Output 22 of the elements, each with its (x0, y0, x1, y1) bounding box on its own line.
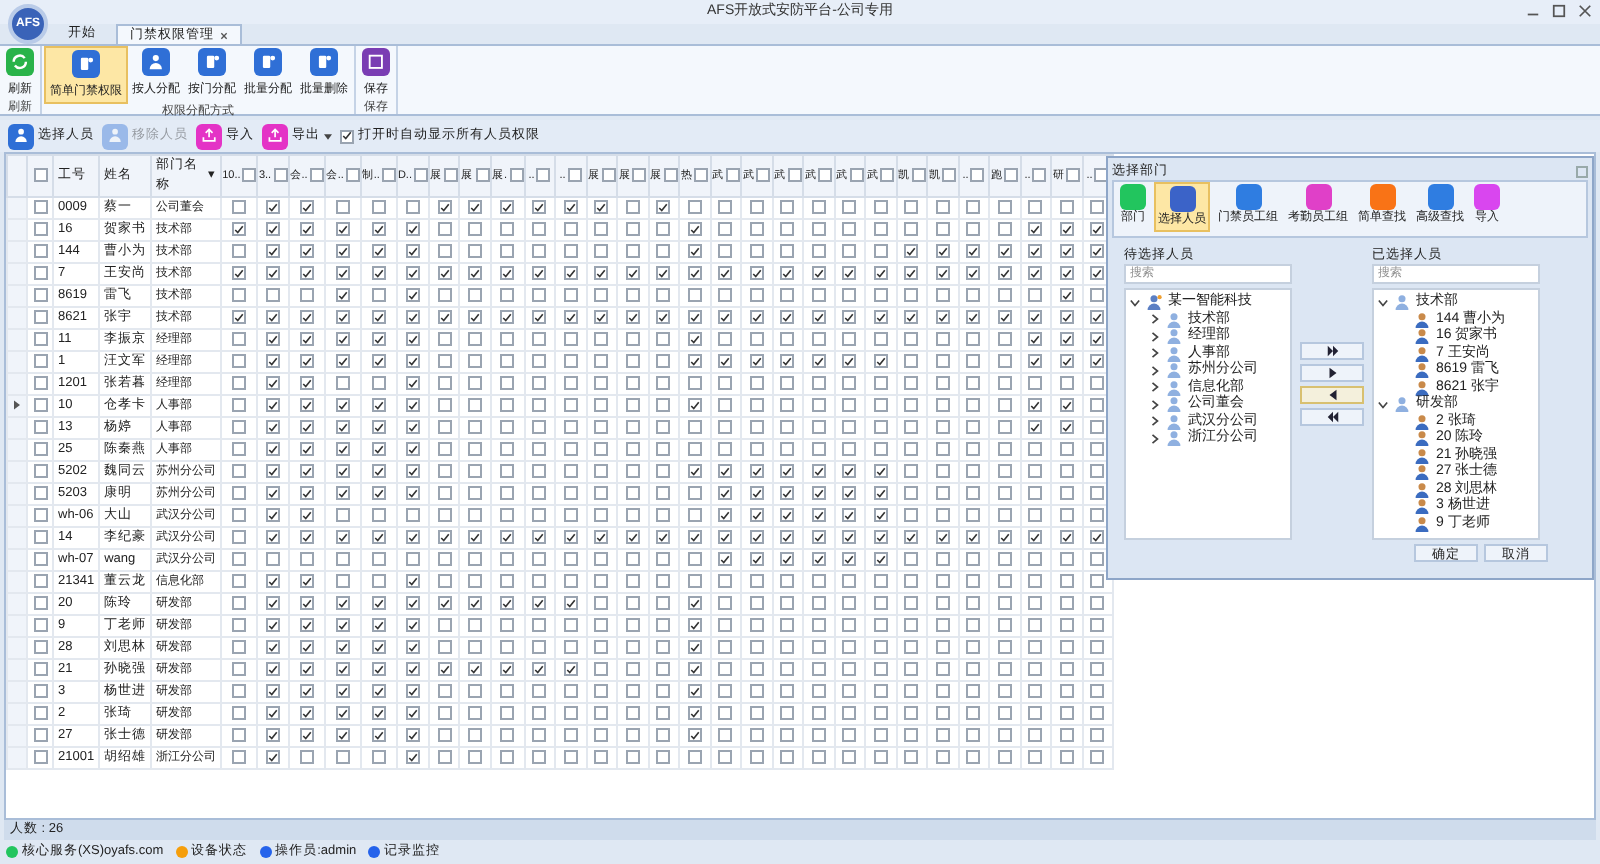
close-icon[interactable] (220, 31, 228, 39)
move-button[interactable] (1300, 364, 1364, 382)
collapse-icon[interactable] (1130, 297, 1140, 308)
collapse-icon[interactable] (1378, 297, 1388, 308)
close-icon[interactable] (1578, 4, 1592, 18)
collapse-icon[interactable] (1378, 399, 1388, 410)
move-button[interactable] (1300, 386, 1364, 404)
caret-icon (324, 133, 332, 139)
move-button[interactable] (1300, 408, 1364, 426)
organization-icon (1146, 294, 1162, 311)
group-icon (1394, 396, 1410, 413)
arrow-left-icon (1325, 410, 1339, 424)
move-button[interactable] (1300, 342, 1364, 360)
door-icon (72, 50, 100, 78)
select-all-checkbox[interactable] (33, 168, 47, 183)
dialog-close-button[interactable] (1576, 165, 1588, 177)
arrow-right-icon (1325, 366, 1339, 380)
maximize-icon[interactable] (1552, 4, 1566, 18)
arrow-right-icon (1325, 344, 1339, 358)
group-icon (1394, 294, 1410, 311)
person-icon (102, 123, 128, 149)
arrow-left-icon (1325, 388, 1339, 402)
